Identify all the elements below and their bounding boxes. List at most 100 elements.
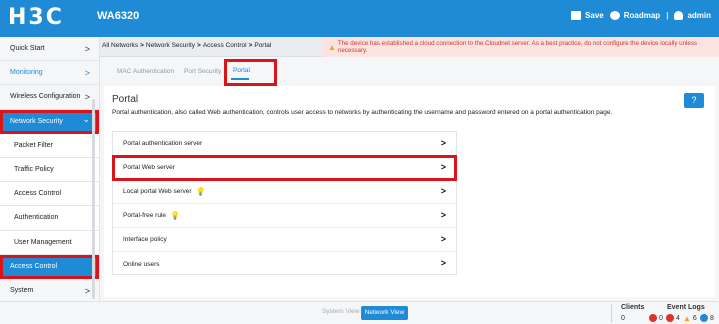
sidebar-item-label: Network Security bbox=[10, 117, 63, 125]
content-panel: Portal Portal authentication, also calle… bbox=[104, 86, 715, 297]
list-item-interface-policy[interactable]: Interface policy > bbox=[113, 228, 456, 252]
sidebar-item-authentication[interactable]: Authentication bbox=[0, 206, 99, 231]
sidebar-item-packet-filter[interactable]: Packet Filter bbox=[0, 133, 99, 158]
sidebar-item-label: Packet Filter bbox=[14, 141, 53, 149]
chevron-right-icon: > bbox=[440, 186, 446, 196]
sidebar-scrollbar[interactable] bbox=[92, 99, 95, 299]
chevron-right-icon: > bbox=[440, 162, 446, 172]
event-warning[interactable]: ▲ 6 bbox=[683, 314, 697, 323]
roadmap-icon bbox=[609, 11, 620, 20]
list-item-label: Interface policy bbox=[123, 236, 167, 243]
user-menu[interactable]: admin bbox=[674, 11, 711, 20]
main-area: All Networks > Network Security > Access… bbox=[100, 37, 719, 301]
event-count: 6 bbox=[692, 315, 697, 322]
sidebar-item-label: Monitoring bbox=[10, 69, 43, 77]
tab-bar: MAC Authentication Port Security Portal bbox=[100, 57, 719, 86]
header-actions: Save Roadmap | admin bbox=[571, 11, 711, 20]
save-label: Save bbox=[585, 11, 604, 20]
lightbulb-icon: 💡 bbox=[170, 211, 180, 220]
event-count: 4 bbox=[676, 314, 680, 322]
save-icon bbox=[571, 11, 582, 20]
sidebar-item-system[interactable]: System > bbox=[0, 279, 99, 304]
minus-icon bbox=[666, 314, 674, 322]
sidebar-item-label: Traffic Policy bbox=[14, 166, 54, 174]
error-icon bbox=[649, 314, 657, 322]
warning-text: The device has established a cloud conne… bbox=[337, 40, 698, 54]
sidebar-item-traffic-policy[interactable]: Traffic Policy bbox=[0, 157, 99, 183]
user-label: admin bbox=[687, 11, 711, 20]
warning-icon: ▲ bbox=[683, 314, 691, 323]
list-item-local-portal-web-server[interactable]: Local portal Web server 💡 > bbox=[113, 180, 456, 204]
breadcrumb-separator: > bbox=[197, 42, 201, 49]
warning-icon: ▲ bbox=[328, 42, 336, 52]
breadcrumb-item: Portal bbox=[254, 42, 272, 49]
top-bar: H3C WA6320 Save Roadmap | admin bbox=[0, 0, 719, 37]
cloud-warning-banner: ▲ The device has established a cloud con… bbox=[322, 37, 719, 57]
breadcrumb: All Networks > Network Security > Access… bbox=[102, 42, 271, 49]
sidebar-item-label: Wireless Configuration bbox=[10, 93, 81, 101]
sidebar-item-access-control[interactable]: Access Control bbox=[0, 182, 99, 207]
chevron-right-icon: > bbox=[84, 44, 90, 54]
roadmap-button[interactable]: Roadmap bbox=[609, 11, 661, 20]
list-item-portal-authentication-server[interactable]: Portal authentication server > bbox=[113, 132, 456, 156]
sidebar-item-user-management[interactable]: User Management bbox=[0, 230, 99, 255]
sidebar-item-wireless-configuration[interactable]: Wireless Configuration > bbox=[0, 85, 99, 110]
chevron-right-icon: > bbox=[440, 234, 446, 244]
list-item-label: Portal authentication server bbox=[123, 140, 203, 147]
sidebar: Quick Start > Monitoring > Wireless Conf… bbox=[0, 37, 100, 304]
clients-count[interactable]: 0 bbox=[621, 315, 625, 322]
sidebar-item-quick-start[interactable]: Quick Start > bbox=[0, 37, 99, 62]
list-item-portal-free-rule[interactable]: Portal-free rule 💡 > bbox=[113, 204, 456, 228]
list-item-label: Portal Web server bbox=[123, 164, 175, 171]
system-view-button[interactable]: System View bbox=[322, 308, 359, 315]
chevron-right-icon: > bbox=[440, 210, 446, 220]
list-item-label: Local portal Web server bbox=[123, 188, 192, 195]
list-item-online-users[interactable]: Online users > bbox=[113, 252, 456, 276]
lightbulb-icon: 💡 bbox=[195, 187, 206, 196]
header-separator: | bbox=[666, 11, 669, 20]
list-item-portal-web-server[interactable]: Portal Web server > bbox=[112, 155, 457, 181]
sidebar-item-monitoring[interactable]: Monitoring > bbox=[0, 61, 99, 86]
info-icon bbox=[700, 314, 708, 322]
list-item-label: Online users bbox=[123, 260, 160, 268]
sidebar-item-label: Access Control bbox=[14, 190, 62, 198]
network-view-button[interactable]: Network View bbox=[361, 306, 408, 320]
page-title: Portal bbox=[112, 94, 139, 105]
chevron-right-icon: > bbox=[440, 258, 446, 268]
help-icon: ? bbox=[691, 95, 697, 105]
chevron-right-icon: > bbox=[84, 68, 90, 79]
tab-portal[interactable]: Portal bbox=[233, 67, 250, 74]
status-divider bbox=[611, 304, 612, 323]
h3c-logo: H3C bbox=[8, 5, 64, 30]
page-description: Portal authentication, also called Web a… bbox=[112, 109, 613, 116]
event-info[interactable]: 8 bbox=[700, 314, 714, 322]
tab-port-security[interactable]: Port Security bbox=[184, 68, 221, 75]
sidebar-item-label: Access Control bbox=[10, 262, 58, 270]
chevron-down-icon: ⌄ bbox=[82, 113, 90, 124]
event-logs-label: Event Logs bbox=[667, 304, 705, 311]
breadcrumb-separator: > bbox=[248, 42, 253, 49]
clients-label: Clients bbox=[621, 304, 645, 311]
breadcrumb-item[interactable]: Access Control bbox=[203, 42, 247, 49]
sidebar-item-label: Quick Start bbox=[10, 45, 45, 53]
event-critical[interactable]: 4 bbox=[666, 314, 680, 322]
event-count: 8 bbox=[710, 314, 714, 322]
sidebar-item-network-security[interactable]: Network Security ⌄ bbox=[0, 109, 99, 134]
status-bar: System View Network View Clients 0 Event… bbox=[0, 301, 719, 324]
sidebar-item-access-control-active[interactable]: Access Control bbox=[0, 254, 99, 279]
help-button[interactable]: ? bbox=[684, 93, 704, 108]
tab-mac-authentication[interactable]: MAC Authentication bbox=[117, 68, 174, 75]
sidebar-item-label: User Management bbox=[14, 238, 72, 246]
save-button[interactable]: Save bbox=[571, 11, 604, 20]
event-error[interactable]: 0 bbox=[649, 314, 663, 322]
device-model: WA6320 bbox=[97, 10, 140, 22]
breadcrumb-separator: > bbox=[140, 42, 144, 49]
user-icon bbox=[674, 11, 684, 20]
roadmap-label: Roadmap bbox=[623, 11, 661, 20]
event-count: 0 bbox=[659, 314, 663, 322]
active-tab-indicator bbox=[231, 78, 249, 80]
breadcrumb-bar: All Networks > Network Security > Access… bbox=[100, 37, 719, 57]
breadcrumb-item[interactable]: All Networks bbox=[102, 42, 138, 49]
tab-highlight-box bbox=[224, 59, 277, 86]
breadcrumb-item[interactable]: Network Security bbox=[146, 42, 195, 49]
